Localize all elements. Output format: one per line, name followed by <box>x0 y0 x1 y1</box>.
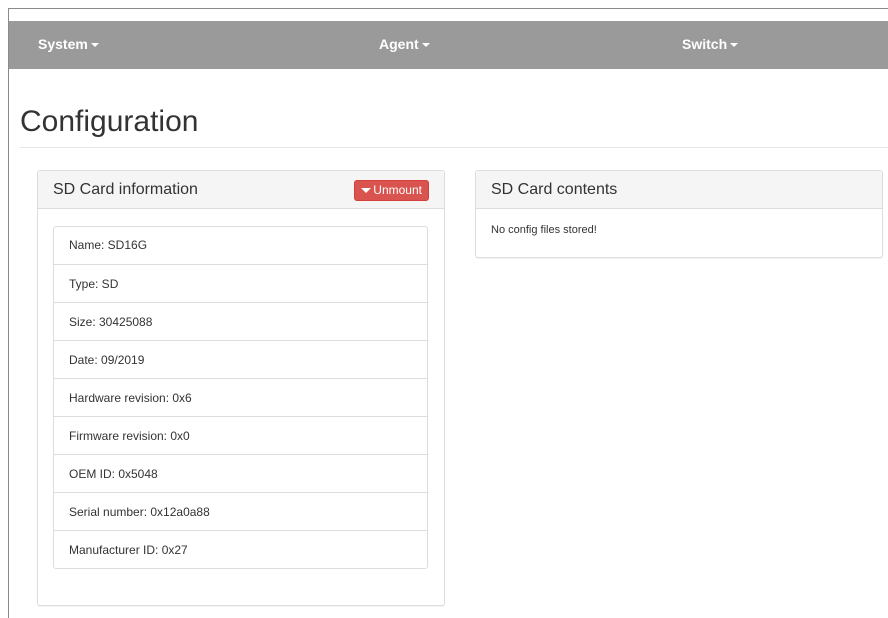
list-item: Firmware revision: 0x0 <box>54 416 427 454</box>
page-title: Configuration <box>20 105 199 138</box>
sd-card-contents-panel: SD Card contents No config files stored! <box>475 170 883 258</box>
unmount-button[interactable]: Unmount <box>354 180 429 201</box>
nav-system-label: System <box>38 36 88 52</box>
panel-heading: SD Card contents <box>476 171 882 209</box>
panel-heading: SD Card information Unmount <box>38 171 444 209</box>
nav-switch-label: Switch <box>682 36 728 52</box>
list-item: Type: SD <box>54 264 427 302</box>
caret-down-icon <box>361 188 372 194</box>
panel-title: SD Card information <box>53 181 198 198</box>
top-navbar: System Agent Switch <box>9 21 888 69</box>
list-item: Date: 09/2019 <box>54 340 427 378</box>
caret-down-icon <box>90 43 99 48</box>
nav-switch-dropdown[interactable]: Switch <box>682 21 739 69</box>
unmount-label: Unmount <box>373 183 422 197</box>
sd-card-information-panel: SD Card information Unmount Name: SD16G … <box>37 170 445 606</box>
list-item: Manufacturer ID: 0x27 <box>54 530 427 568</box>
panel-title: SD Card contents <box>491 181 618 198</box>
list-item: Size: 30425088 <box>54 302 427 340</box>
caret-down-icon <box>421 43 430 48</box>
list-item: Serial number: 0x12a0a88 <box>54 492 427 530</box>
empty-message: No config files stored! <box>491 224 597 236</box>
list-item: Name: SD16G <box>69 238 148 252</box>
nav-system-dropdown[interactable]: System <box>38 21 99 69</box>
sd-info-list: Name: SD16G Type: SD Size: 30425088 Date… <box>53 226 428 569</box>
list-item: Hardware revision: 0x6 <box>54 378 427 416</box>
caret-down-icon <box>730 43 739 48</box>
app-frame: System Agent Switch Configuration SD Car… <box>8 8 888 618</box>
list-item: OEM ID: 0x5048 <box>54 454 427 492</box>
nav-agent-dropdown[interactable]: Agent <box>379 21 430 69</box>
nav-agent-label: Agent <box>379 36 419 52</box>
title-divider <box>20 147 888 148</box>
